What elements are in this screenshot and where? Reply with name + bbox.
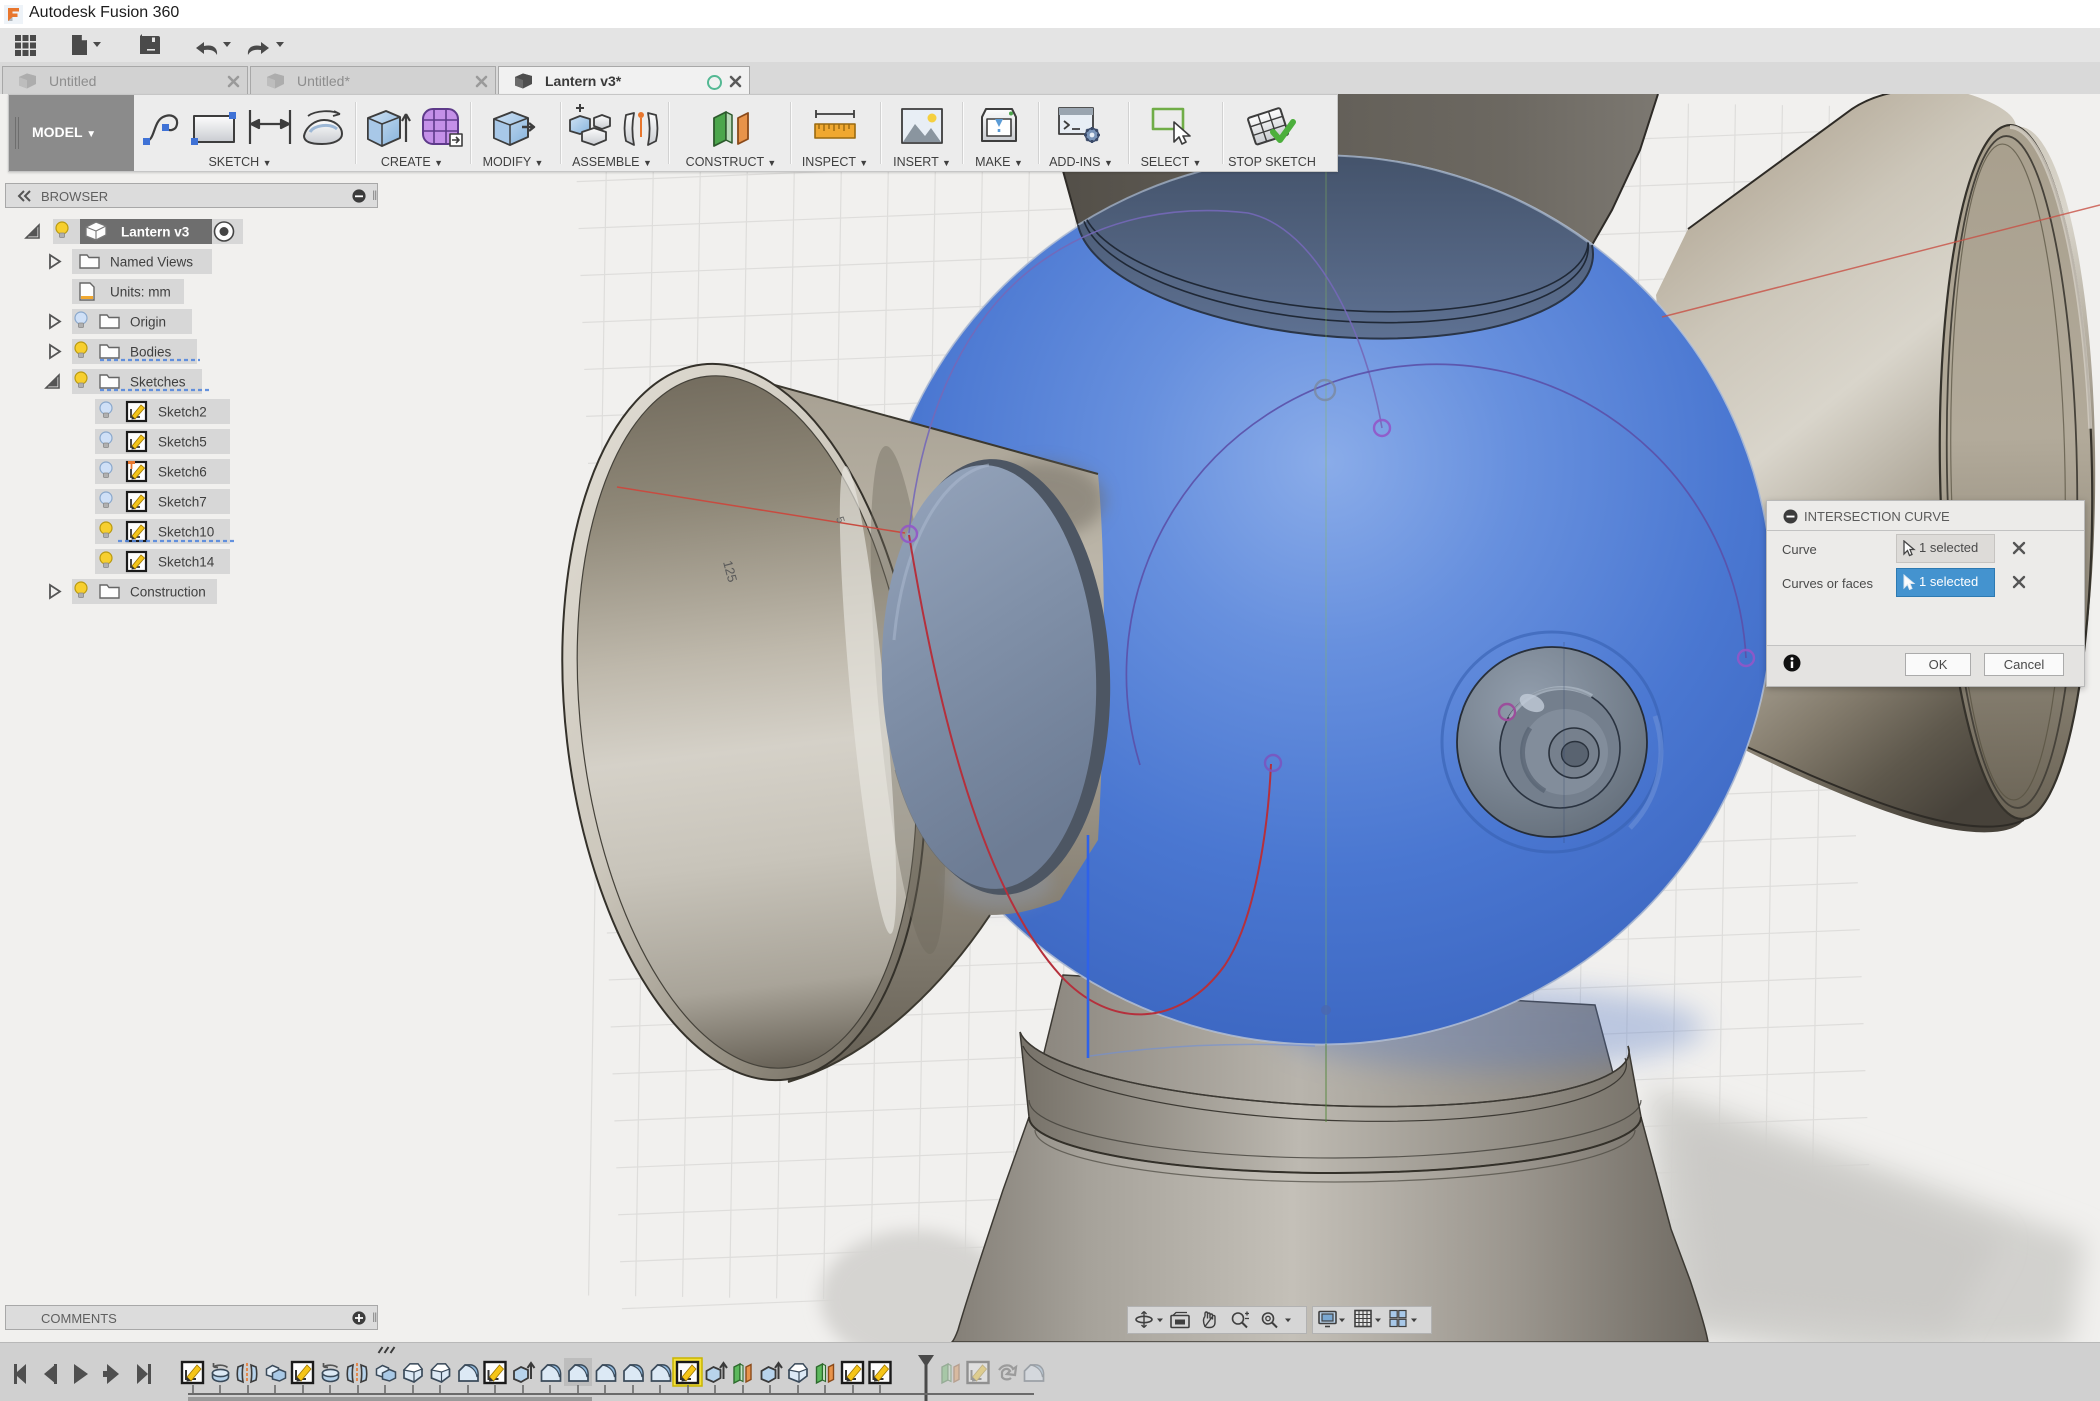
svg-text:Lantern v3: Lantern v3 (121, 225, 190, 240)
svg-text:Named Views: Named Views (110, 255, 193, 270)
svg-text:Sketch14: Sketch14 (158, 555, 215, 570)
svg-text:Sketch7: Sketch7 (158, 495, 207, 510)
svg-text:Sketch5: Sketch5 (158, 435, 207, 450)
svg-text:Sketch2: Sketch2 (158, 405, 207, 420)
svg-text:Bodies: Bodies (130, 345, 172, 360)
svg-text:Sketch10: Sketch10 (158, 525, 214, 540)
svg-text:Sketch6: Sketch6 (158, 465, 207, 480)
svg-text:Construction: Construction (130, 585, 206, 600)
svg-text:Units: mm: Units: mm (110, 285, 171, 300)
svg-text:Sketches: Sketches (130, 375, 186, 390)
svg-text:Origin: Origin (130, 315, 166, 330)
